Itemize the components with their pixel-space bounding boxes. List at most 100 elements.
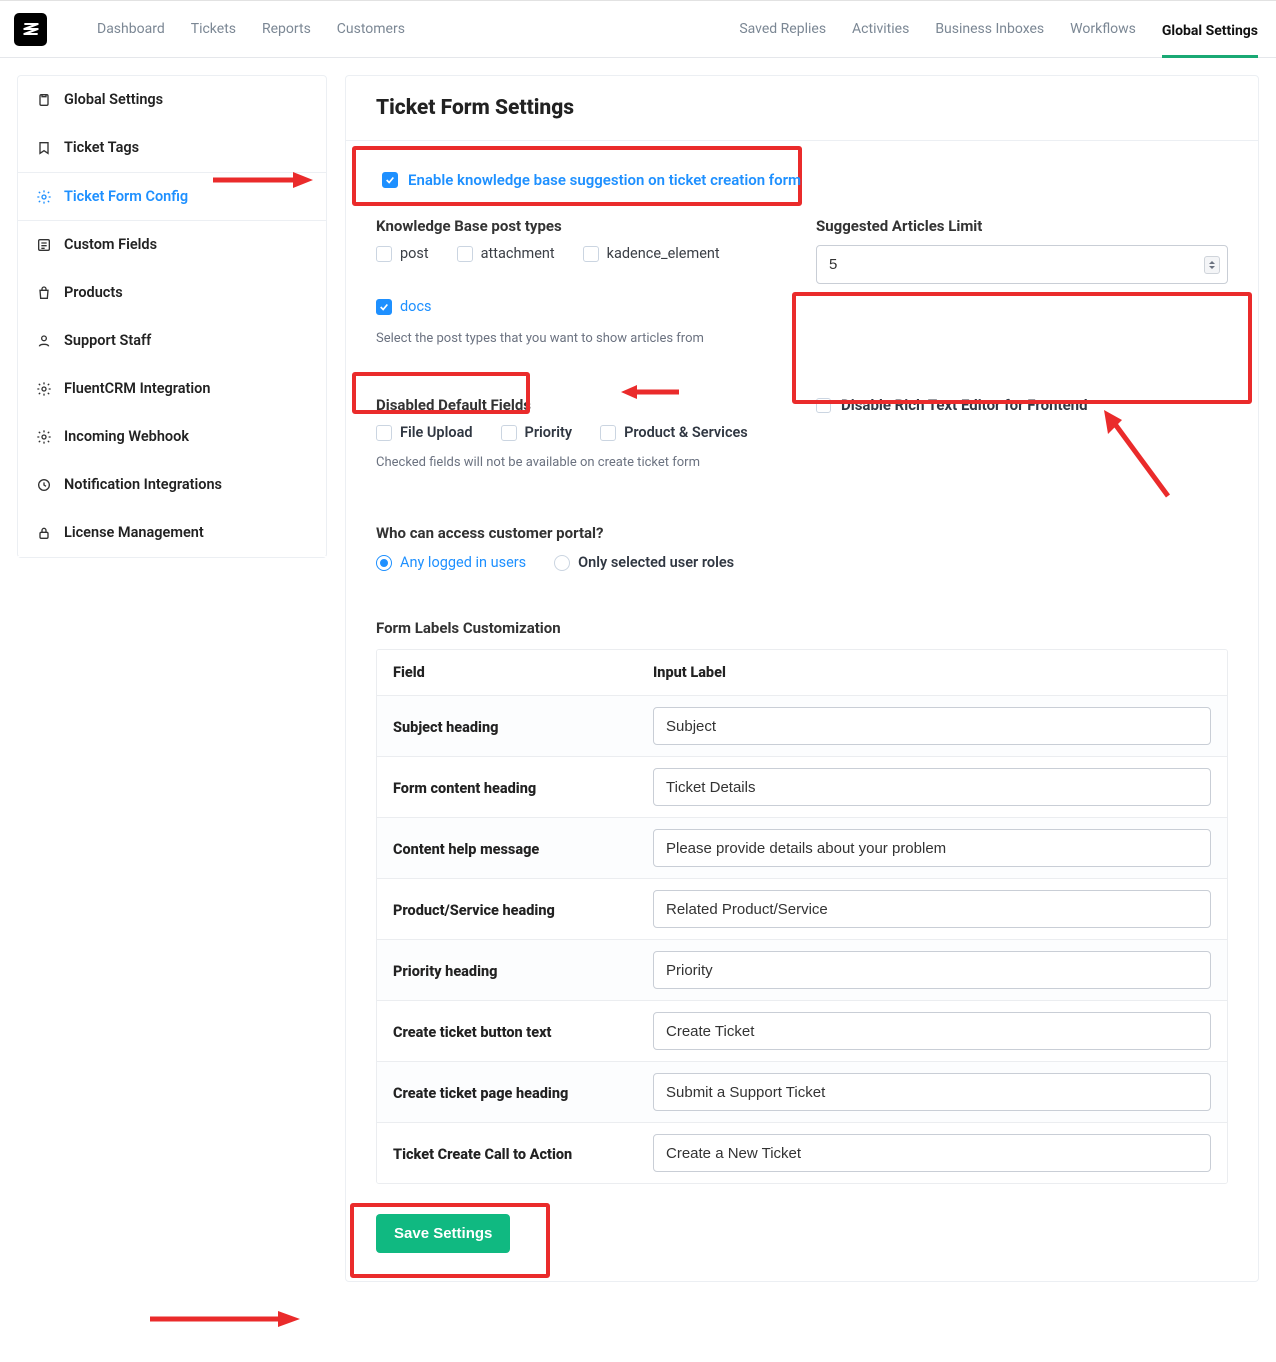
content-panel: Ticket Form Settings Enable knowledge ba… — [345, 75, 1259, 1282]
app-logo[interactable] — [14, 13, 47, 46]
form-area: Enable knowledge base suggestion on tick… — [346, 141, 1258, 1281]
label-input[interactable] — [653, 768, 1211, 806]
disabled-field-product-services[interactable]: Product & Services — [600, 424, 748, 441]
portal-option-only-selected-user-roles[interactable]: Only selected user roles — [554, 554, 734, 571]
post-type-label: post — [400, 245, 429, 262]
disabled-field-checkbox[interactable] — [600, 425, 616, 441]
topbar: Dashboard Tickets Reports Customers Save… — [0, 0, 1276, 58]
sidebar-item-global-settings[interactable]: Global Settings — [18, 76, 326, 124]
post-type-attachment[interactable]: attachment — [457, 245, 555, 262]
table-header-field: Field — [377, 650, 637, 695]
field-name: Create ticket page heading — [393, 1085, 568, 1102]
portal-access-options: Any logged in users Only selected user ro… — [376, 554, 1228, 571]
disable-rt-col: Disable Rich Text Editor for Frontend — [816, 396, 1228, 470]
page-title: Ticket Form Settings — [376, 96, 1228, 120]
nav-customers[interactable]: Customers — [337, 21, 405, 37]
label-input[interactable] — [653, 707, 1211, 745]
sidebar-item-label: License Management — [64, 524, 204, 541]
nav-business-inboxes[interactable]: Business Inboxes — [935, 21, 1044, 37]
post-type-docs[interactable]: docs — [376, 298, 788, 315]
label-input[interactable] — [653, 890, 1211, 928]
topbar-right: Saved Replies Activities Business Inboxe… — [739, 20, 1258, 39]
sidebar-item-fluentcrm-integration[interactable]: FluentCRM Integration — [18, 365, 326, 413]
portal-radio[interactable] — [376, 555, 392, 571]
disabled-fields-list: File Upload Priority Product & Services — [376, 424, 788, 441]
table-header-input: Input Label — [637, 650, 1227, 695]
sidebar-item-license-management[interactable]: License Management — [18, 509, 326, 557]
post-type-kadence_element[interactable]: kadence_element — [583, 245, 720, 262]
enable-kb-label: Enable knowledge base suggestion on tick… — [408, 171, 801, 189]
post-type-checkbox[interactable] — [457, 246, 473, 262]
disabled-field-label: Priority — [525, 424, 573, 441]
sidebar-item-label: Global Settings — [64, 91, 163, 108]
sidebar-item-products[interactable]: Products — [18, 269, 326, 317]
sidebar-item-incoming-webhook[interactable]: Incoming Webhook — [18, 413, 326, 461]
disable-rich-text-label: Disable Rich Text Editor for Frontend — [841, 396, 1088, 414]
table-row: Create ticket page heading — [377, 1062, 1227, 1123]
post-type-checkbox[interactable] — [376, 299, 392, 315]
user-icon — [36, 333, 52, 349]
sidebar-item-support-staff[interactable]: Support Staff — [18, 317, 326, 365]
enable-kb-checkbox[interactable] — [382, 172, 398, 188]
sidebar-item-label: Incoming Webhook — [64, 428, 189, 445]
sidebar-item-ticket-tags[interactable]: Ticket Tags — [18, 124, 326, 172]
label-input[interactable] — [653, 829, 1211, 867]
nav-tickets[interactable]: Tickets — [191, 21, 236, 37]
label-input[interactable] — [653, 1134, 1211, 1172]
form-labels-heading: Form Labels Customization — [376, 619, 1228, 637]
portal-option-label: Any logged in users — [400, 554, 526, 571]
disabled-fields-col: Disabled Default Fields File UploadPrior… — [376, 396, 788, 470]
chevron-up-icon[interactable] — [1209, 261, 1215, 264]
post-type-checkbox[interactable] — [583, 246, 599, 262]
save-settings-button[interactable]: Save Settings — [376, 1214, 510, 1253]
field-name: Subject heading — [393, 719, 498, 736]
portal-access-section: Who can access customer portal? Any logg… — [376, 524, 1228, 571]
portal-radio[interactable] — [554, 555, 570, 571]
gear-icon — [36, 189, 52, 205]
label-input[interactable] — [653, 1073, 1211, 1111]
nav-activities[interactable]: Activities — [852, 21, 909, 37]
nav-global-settings[interactable]: Global Settings — [1162, 23, 1258, 39]
page-header: Ticket Form Settings — [346, 76, 1258, 141]
table-row: Create ticket button text — [377, 1001, 1227, 1062]
disabled-field-priority[interactable]: Priority — [501, 424, 573, 441]
disabled-field-checkbox[interactable] — [376, 425, 392, 441]
disabled-field-checkbox[interactable] — [501, 425, 517, 441]
portal-option-label: Only selected user roles — [578, 554, 734, 571]
disable-rich-text-row[interactable]: Disable Rich Text Editor for Frontend — [816, 396, 1228, 414]
kb-and-limit-row: Knowledge Base post types postattachment… — [376, 217, 1228, 346]
sidebar-item-custom-fields[interactable]: Custom Fields — [18, 221, 326, 269]
post-type-label: attachment — [481, 245, 555, 262]
kb-post-types-col: Knowledge Base post types postattachment… — [376, 217, 788, 346]
sidebar-item-ticket-form-config[interactable]: Ticket Form Config — [18, 172, 326, 221]
number-spinner[interactable] — [1204, 256, 1220, 274]
bell-icon — [36, 477, 52, 493]
field-name: Priority heading — [393, 963, 497, 980]
suggested-limit-input[interactable] — [816, 245, 1228, 284]
suggested-limit-heading: Suggested Articles Limit — [816, 217, 1228, 235]
gear-icon — [36, 381, 52, 397]
label-input[interactable] — [653, 951, 1211, 989]
nav-dashboard[interactable]: Dashboard — [97, 21, 165, 37]
disabled-field-file-upload[interactable]: File Upload — [376, 424, 473, 441]
table-row: Product/Service heading — [377, 879, 1227, 940]
field-name: Ticket Create Call to Action — [393, 1146, 572, 1163]
disable-rich-text-checkbox[interactable] — [816, 398, 831, 413]
sidebar-item-notification-integrations[interactable]: Notification Integrations — [18, 461, 326, 509]
field-name: Form content heading — [393, 780, 536, 797]
post-type-checkbox[interactable] — [376, 246, 392, 262]
form-labels-table: Field Input Label Subject heading Form co… — [376, 649, 1228, 1184]
post-type-label: docs — [400, 298, 432, 315]
nav-workflows[interactable]: Workflows — [1070, 21, 1136, 37]
enable-kb-checkbox-row[interactable]: Enable knowledge base suggestion on tick… — [376, 163, 1228, 197]
post-type-post[interactable]: post — [376, 245, 429, 262]
portal-option-any-logged-in-users[interactable]: Any logged in users — [376, 554, 526, 571]
chevron-down-icon[interactable] — [1209, 266, 1215, 269]
disabled-fields-help: Checked fields will not be available on … — [376, 455, 788, 470]
table-row: Form content heading — [377, 757, 1227, 818]
label-input[interactable] — [653, 1012, 1211, 1050]
active-tab-underline — [1162, 55, 1258, 58]
nav-reports[interactable]: Reports — [262, 21, 311, 37]
nav-saved-replies[interactable]: Saved Replies — [739, 21, 826, 37]
sidebar-item-label: Ticket Tags — [64, 139, 139, 156]
